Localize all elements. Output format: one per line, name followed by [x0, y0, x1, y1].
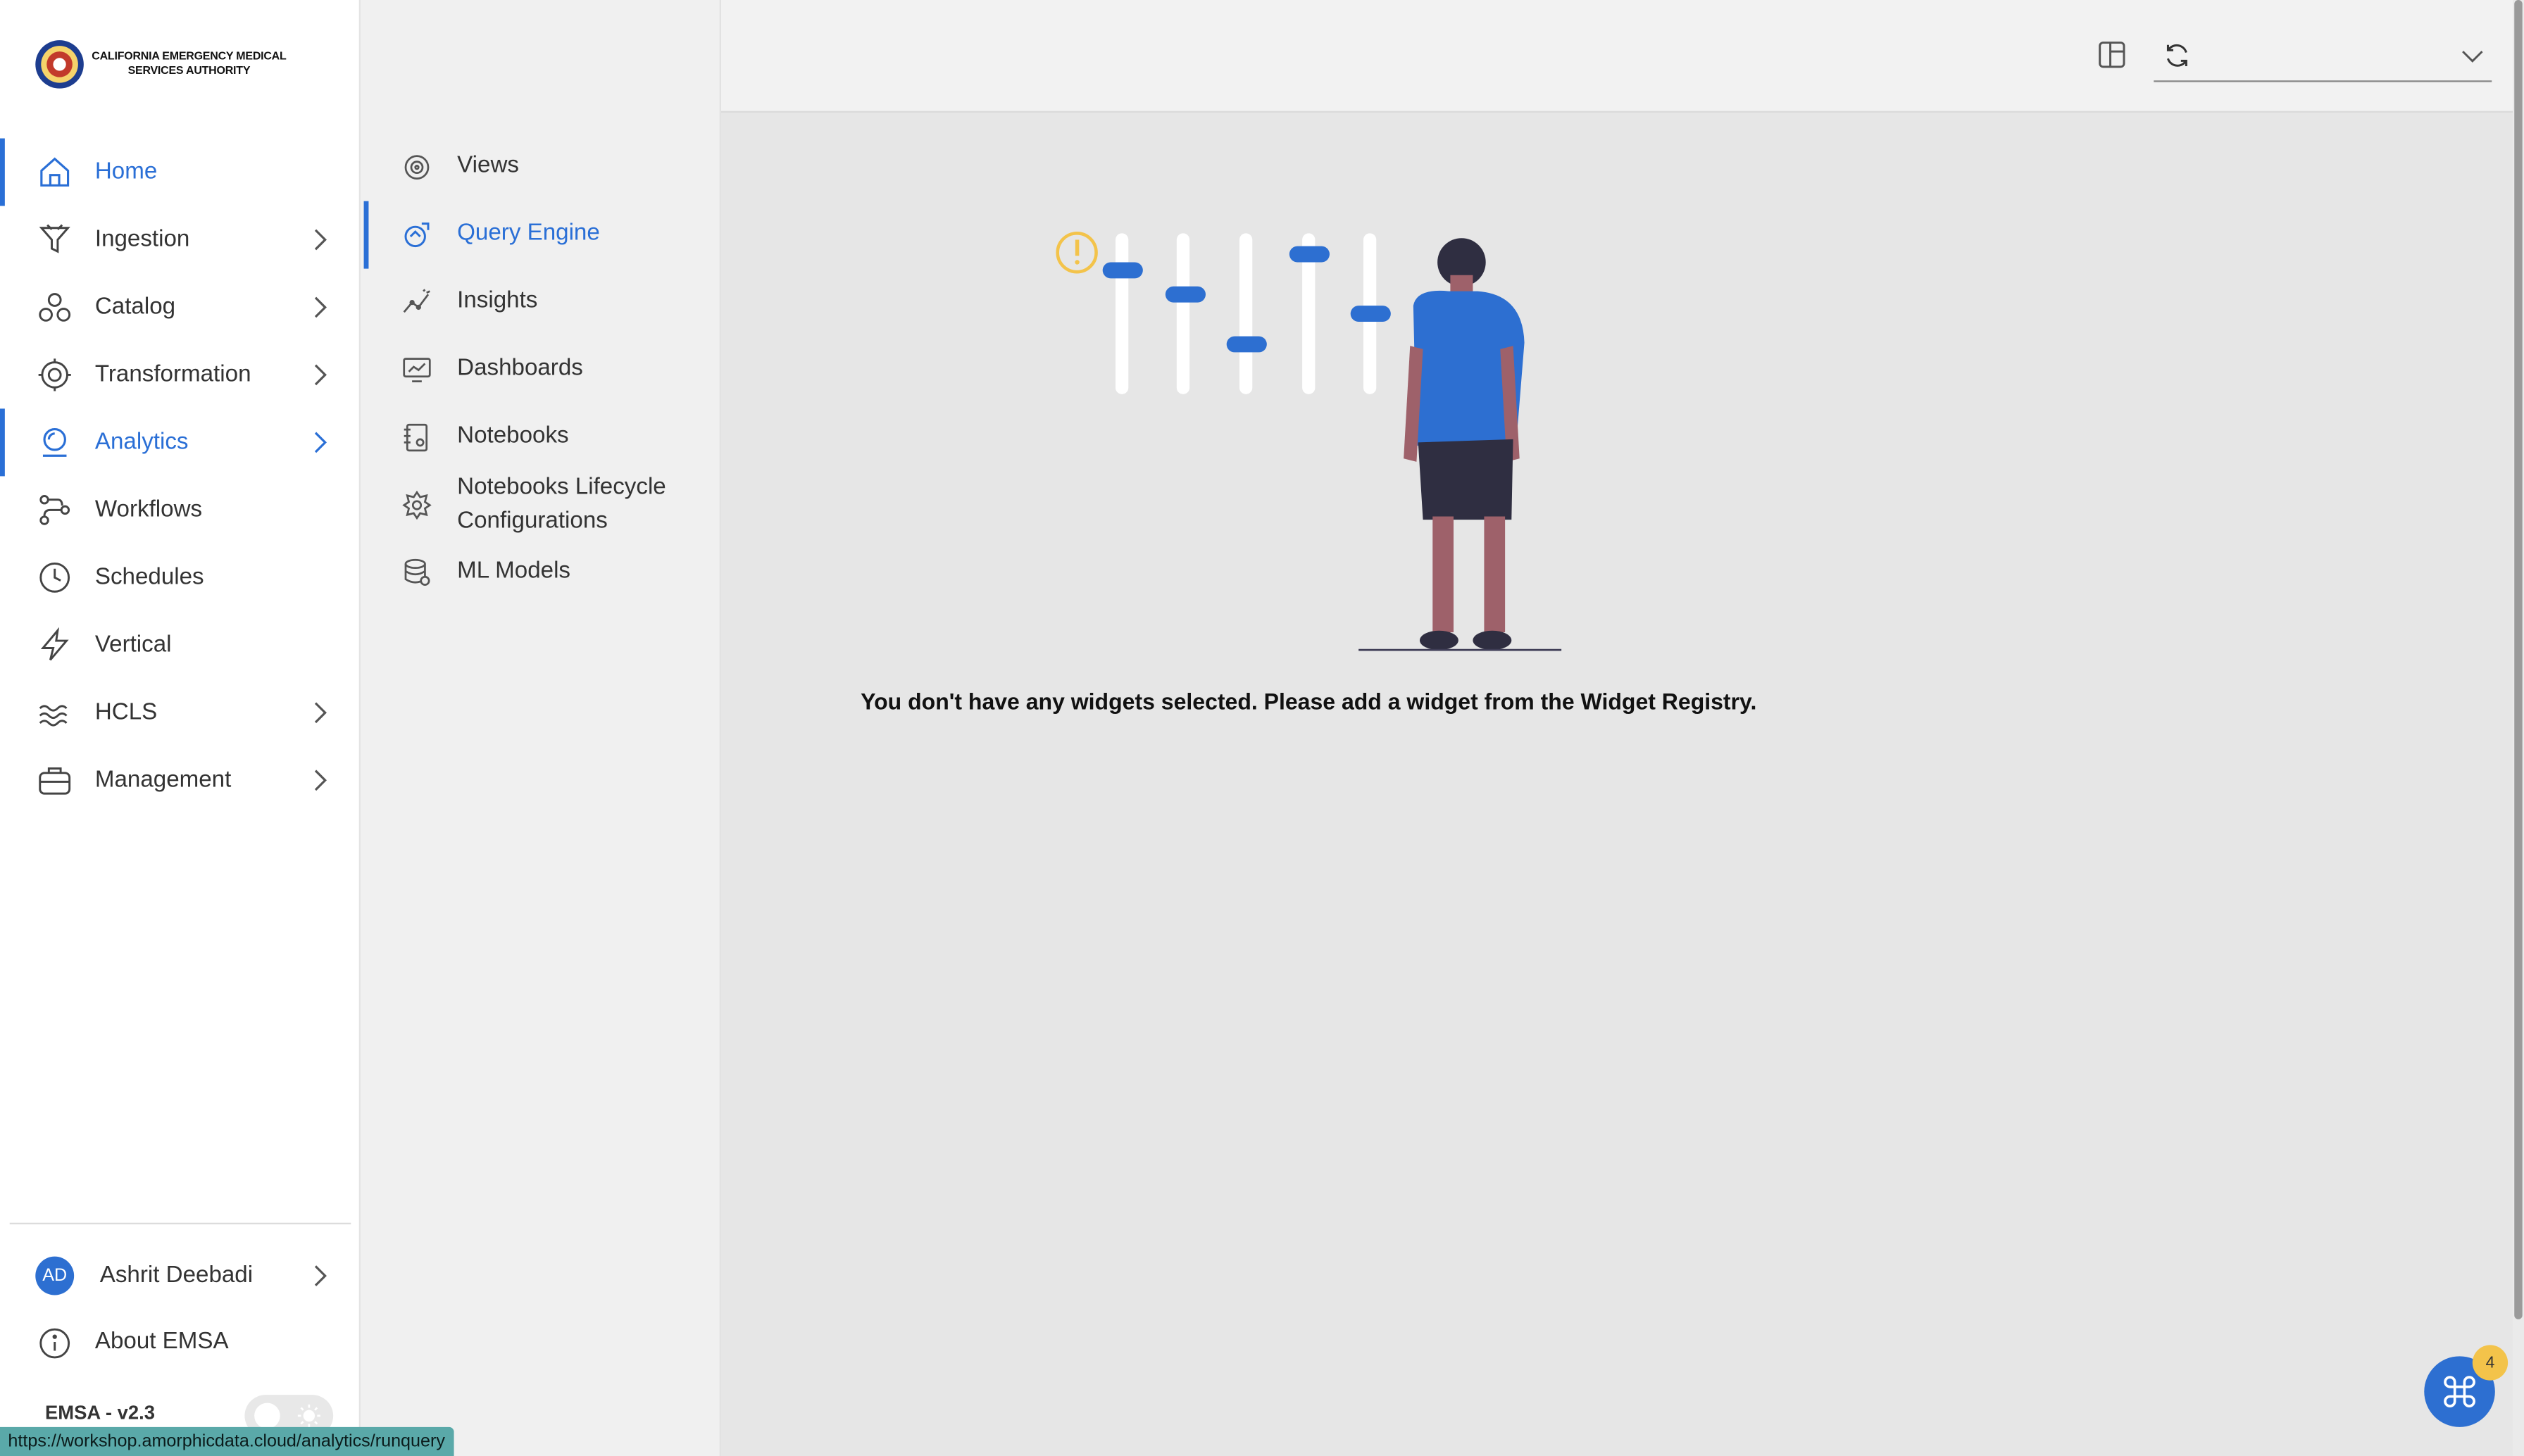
subnav-item-views[interactable]: Views — [361, 134, 720, 201]
user-menu[interactable]: AD Ashrit Deebadi — [0, 1242, 359, 1310]
avatar: AD — [35, 1256, 75, 1295]
primary-sidebar: CALIFORNIA EMERGENCY MEDICAL SERVICES AU… — [0, 0, 361, 1456]
subnav-item-notebooks[interactable]: Notebooks — [361, 404, 720, 472]
subnav-item-label: ML Models — [457, 558, 571, 584]
sidebar-item-label: Workflows — [94, 497, 203, 523]
sidebar-item-label: Analytics — [94, 429, 189, 456]
main-scrollbar[interactable] — [2512, 0, 2524, 1456]
about-label: About EMSA — [94, 1329, 229, 1355]
main-nav: Home Ingestion Catalog Transformation An… — [0, 138, 359, 815]
funnel-icon — [39, 224, 70, 253]
subnav-item-label: Notebooks — [457, 422, 569, 449]
sidebar-item-catalog[interactable]: Catalog — [0, 273, 359, 341]
toggle-knob — [254, 1402, 280, 1429]
sidebar-item-label: Home — [94, 159, 158, 185]
chevron-right-icon — [314, 229, 327, 251]
notification-badge: 4 — [2472, 1345, 2509, 1381]
subnav-label-line2: Configurations — [457, 508, 608, 534]
dashboard-icon — [403, 358, 431, 382]
refresh-icon[interactable] — [2163, 42, 2191, 69]
subnav-item-ml-models[interactable]: ML Models — [361, 539, 720, 607]
insights-icon — [403, 289, 430, 313]
sidebar-item-ingestion[interactable]: Ingestion — [0, 206, 359, 273]
org-logo[interactable]: CALIFORNIA EMERGENCY MEDICAL SERVICES AU… — [34, 39, 287, 90]
subnav-item-label: Query Engine — [457, 220, 600, 246]
subnav-label-line1: Notebooks Lifecycle — [457, 475, 666, 501]
chevron-right-icon — [314, 364, 327, 386]
sidebar-item-workflows[interactable]: Workflows — [0, 476, 359, 544]
slider-bars — [1102, 233, 1391, 394]
sidebar-divider — [9, 1222, 351, 1224]
sidebar-item-schedules[interactable]: Schedules — [0, 544, 359, 611]
workflow-icon — [39, 495, 70, 525]
sidebar-item-transformation[interactable]: Transformation — [0, 341, 359, 408]
bolt-icon — [40, 627, 69, 661]
org-name-line2: SERVICES AUTHORITY — [127, 65, 251, 77]
app-version: EMSA - v2.3 — [44, 1401, 155, 1424]
catalog-icon — [39, 293, 71, 322]
notebook-icon — [404, 423, 428, 452]
person-figure — [1404, 238, 1525, 651]
sidebar-item-label: HCLS — [94, 700, 158, 726]
chevron-right-icon — [314, 432, 327, 453]
sidebar-item-analytics[interactable]: Analytics — [0, 408, 359, 477]
sidebar-item-hcls[interactable]: HCLS — [0, 679, 359, 746]
analytics-subnav: Views Query Engine Insights Dashboards N… — [360, 0, 721, 1456]
subnav-item-query-engine[interactable]: Query Engine — [361, 201, 720, 269]
about-link[interactable]: About EMSA — [0, 1310, 359, 1377]
sidebar-item-home[interactable]: Home — [0, 138, 359, 206]
user-name: Ashrit Deebadi — [99, 1262, 254, 1289]
sidebar-item-management[interactable]: Management — [0, 746, 359, 814]
sidebar-item-label: Transformation — [94, 362, 251, 388]
chevron-right-icon — [314, 702, 327, 724]
sidebar-item-vertical[interactable]: Vertical — [0, 611, 359, 679]
chevron-right-icon — [314, 296, 327, 318]
command-icon — [2444, 1376, 2475, 1407]
analytics-icon — [42, 427, 67, 457]
query-icon — [404, 222, 430, 248]
ml-models-icon — [404, 558, 430, 586]
dashboard-select[interactable] — [2154, 32, 2492, 82]
gear-icon — [38, 358, 71, 391]
briefcase-icon — [39, 767, 71, 795]
status-bar-url: https://workshop.amorphicdata.cloud/anal… — [0, 1426, 455, 1456]
sun-icon — [297, 1404, 320, 1427]
sidebar-item-label: Schedules — [94, 565, 204, 591]
org-name: CALIFORNIA EMERGENCY MEDICAL SERVICES AU… — [92, 50, 287, 79]
subnav-item-label: Insights — [457, 288, 538, 314]
chevron-right-icon — [314, 770, 327, 791]
lifecycle-icon — [402, 490, 432, 520]
top-bar — [720, 0, 2513, 113]
sidebar-item-label: Management — [94, 767, 232, 793]
sidebar-item-label: Catalog — [94, 294, 176, 320]
views-icon — [404, 155, 430, 180]
subnav-item-label: Views — [457, 153, 519, 179]
org-name-line1: CALIFORNIA EMERGENCY MEDICAL — [92, 51, 287, 63]
home-icon — [40, 157, 70, 187]
warning-icon — [1056, 232, 1098, 274]
scrollbar-thumb[interactable] — [2514, 0, 2523, 1319]
waves-icon — [39, 705, 68, 727]
clock-icon — [39, 562, 70, 593]
subnav-item-insights[interactable]: Insights — [361, 269, 720, 337]
info-icon — [39, 1328, 70, 1359]
emsa-seal-icon — [35, 40, 84, 89]
layout-icon[interactable] — [2097, 40, 2126, 69]
chevron-right-icon — [314, 1265, 327, 1286]
empty-state-message: You don't have any widgets selected. Ple… — [861, 689, 1757, 715]
sidebar-item-label: Ingestion — [94, 227, 190, 253]
subnav-item-label: Notebooks Lifecycle Configurations — [457, 472, 666, 539]
empty-state-illustration — [1056, 232, 1562, 651]
subnav-item-label: Dashboards — [457, 356, 583, 382]
chevron-down-icon — [2462, 51, 2483, 63]
sidebar-item-label: Vertical — [94, 632, 172, 658]
subnav-item-dashboards[interactable]: Dashboards — [361, 337, 720, 404]
